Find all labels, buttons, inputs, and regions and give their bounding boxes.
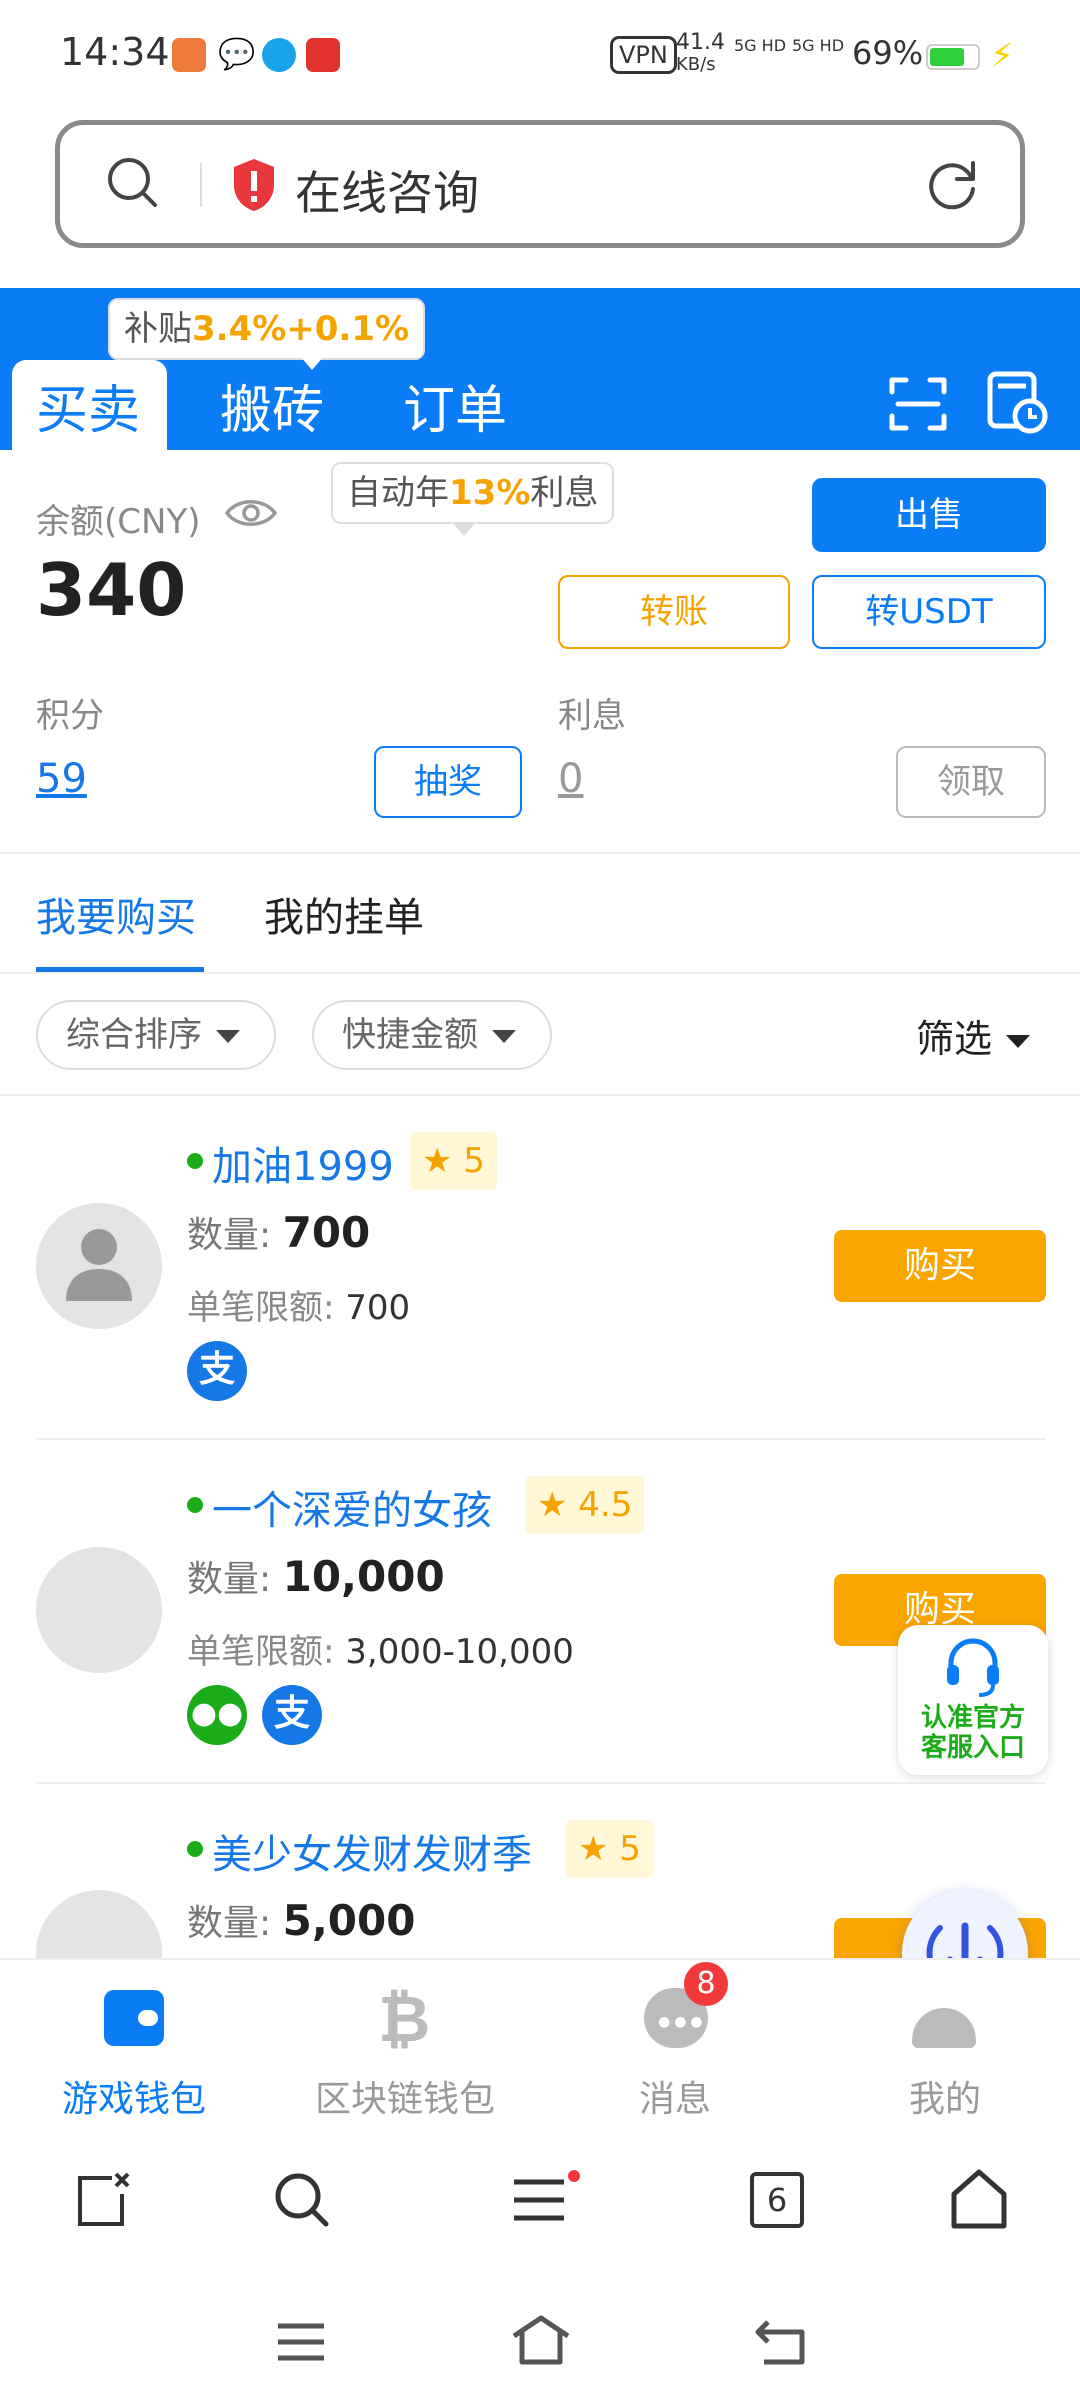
divider [36, 1438, 1046, 1440]
recent-apps-icon[interactable] [274, 2320, 328, 2364]
tooltip-arrow [452, 522, 476, 536]
avatar[interactable] [36, 1547, 162, 1673]
net-speed: 41.4 [676, 30, 725, 55]
bitcoin-icon: ₿ [378, 1983, 431, 2057]
net-speed-unit: KB/s [676, 54, 716, 75]
history-icon[interactable] [984, 368, 1048, 434]
seller-name[interactable]: 一个深爱的女孩 [212, 1478, 492, 1536]
buy-button[interactable]: 购买 [834, 1230, 1046, 1302]
home-icon[interactable] [948, 2168, 1010, 2230]
divider [0, 972, 1080, 974]
back-icon[interactable] [754, 2316, 808, 2366]
vpn-indicator: VPN [610, 36, 677, 74]
balance-amount: 340 [36, 548, 187, 632]
caret-down-icon [1006, 1035, 1031, 1048]
tab-i-want-buy[interactable]: 我要购买 [36, 885, 196, 943]
online-dot [187, 1497, 203, 1513]
sort-dropdown[interactable]: 综合排序 [36, 1000, 276, 1070]
scan-icon[interactable] [888, 374, 948, 434]
user-icon [912, 2008, 976, 2048]
message-badge: 8 [684, 1962, 728, 2006]
wallet-icon [104, 1990, 164, 2046]
single-limit: 单笔限额: 3,000-10,000 [187, 1632, 574, 1672]
battery-icon [926, 44, 980, 70]
online-dot [187, 1153, 203, 1169]
online-dot [187, 1841, 203, 1857]
balance-label: 余额(CNY) [36, 502, 201, 542]
tooltip-arrow [300, 356, 324, 370]
url-text[interactable]: 在线咨询 [295, 157, 479, 223]
menu-icon[interactable] [510, 2170, 580, 2230]
lottery-button[interactable]: 抽奖 [374, 746, 522, 818]
quantity: 数量: 700 [187, 1208, 371, 1257]
single-limit: 单笔限额: 700 [187, 1288, 411, 1328]
to-usdt-button[interactable]: 转USDT [812, 575, 1046, 649]
points-value[interactable]: 59 [36, 756, 87, 802]
divider [0, 1094, 1080, 1096]
star-icon: ★ [537, 1485, 568, 1525]
rating-badge: ★ 5 [566, 1820, 653, 1878]
subsidy-tooltip: 补贴3.4%+0.1% [108, 298, 426, 360]
battery-percent: 69% [852, 34, 924, 72]
wechat-pay-icon: ●● [187, 1685, 247, 1745]
star-icon: ★ [422, 1141, 453, 1181]
divider [36, 1782, 1046, 1784]
status-bar: 14:34 💬 VPN 41.4 KB/s 5G HD 5G HD 69% ⚡ [0, 0, 1080, 115]
avatar[interactable] [36, 1890, 162, 1958]
avatar[interactable] [36, 1203, 162, 1329]
customer-service-float[interactable]: 认准官方 客服入口 [898, 1625, 1048, 1775]
reload-icon[interactable] [925, 157, 981, 213]
alipay-icon: 支 [187, 1341, 247, 1401]
rating-badge: ★ 5 [410, 1132, 497, 1190]
headset-icon [947, 1638, 999, 1697]
wechat-notification-icon: 💬 [218, 37, 256, 72]
tab-arbitrage[interactable]: 搬砖 [220, 368, 324, 443]
eye-icon[interactable] [224, 492, 278, 534]
signal-1: 5G HD [734, 36, 787, 55]
amount-dropdown[interactable]: 快捷金额 [312, 1000, 552, 1070]
seller-name[interactable]: 美少女发财发财季 [212, 1822, 532, 1880]
alipay-icon: 支 [262, 1685, 322, 1745]
charging-icon: ⚡ [990, 36, 1014, 76]
bottom-nav: 游戏钱包 ₿ 区块链钱包 ●●● 8 消息 我的 [0, 1958, 1080, 2120]
quantity: 数量: 10,000 [187, 1552, 445, 1601]
service-line1: 认准官方 [920, 1703, 1025, 1733]
points-label: 积分 [36, 696, 104, 736]
browser-toolbar: 6 [0, 2120, 1080, 2400]
claim-button[interactable]: 领取 [896, 746, 1046, 818]
transfer-button[interactable]: 转账 [558, 575, 790, 649]
rating-badge: ★ 4.5 [525, 1476, 645, 1534]
caret-down-icon [492, 1030, 516, 1043]
tabs-count-button[interactable]: 6 [750, 2172, 804, 2228]
interest-value[interactable]: 0 [558, 756, 583, 802]
close-tab-icon[interactable] [72, 2170, 132, 2230]
service-line2: 客服入口 [920, 1733, 1025, 1763]
quantity: 数量: 5,000 [187, 1896, 416, 1945]
seller-name[interactable]: 加油1999 [212, 1134, 394, 1192]
interest-tooltip: 自动年13%利息 [331, 462, 615, 524]
star-icon: ★ [578, 1829, 609, 1869]
caret-down-icon [216, 1030, 240, 1043]
search-icon[interactable] [272, 2170, 332, 2230]
tab-buy-sell[interactable]: 买卖 [36, 368, 140, 443]
sell-button[interactable]: 出售 [812, 478, 1046, 552]
divider [0, 852, 1080, 854]
qq-notification-icon [262, 38, 296, 72]
app-notification-icon [172, 38, 206, 72]
tab-my-orders[interactable]: 我的挂单 [264, 885, 424, 943]
shield-warning-icon [234, 159, 274, 211]
interest-label: 利息 [558, 696, 626, 736]
divider [200, 163, 202, 207]
user-placeholder-icon [66, 1229, 132, 1301]
system-home-icon[interactable] [510, 2314, 572, 2366]
status-time: 14:34 [60, 30, 170, 74]
search-icon[interactable] [105, 155, 161, 211]
signal-2: 5G HD [792, 36, 845, 55]
music-notification-icon [306, 38, 340, 72]
address-bar[interactable]: 在线咨询 [55, 120, 1025, 248]
tab-orders[interactable]: 订单 [403, 368, 507, 443]
filter-dropdown[interactable]: 筛选 [916, 1008, 1031, 1063]
subsidy-value: 3.4%+0.1% [192, 309, 410, 349]
